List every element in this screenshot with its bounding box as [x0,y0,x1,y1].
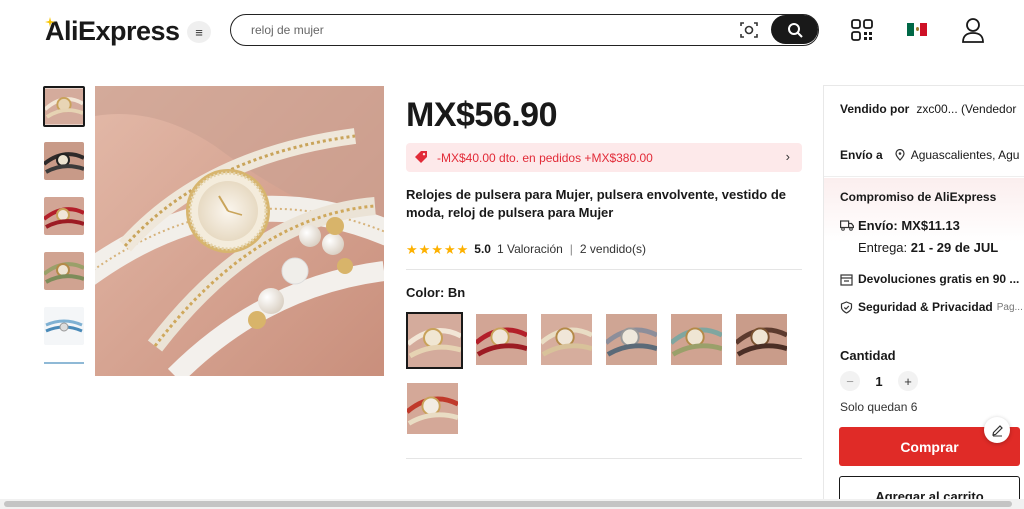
divider [824,176,1024,177]
purchase-panel: Vendido por zxc00... (Vendedor Envío a Ag… [823,85,1024,509]
user-account-icon[interactable] [961,17,985,43]
promo-text: -MX$40.00 dto. en pedidos +MX$380.00 [437,151,653,165]
star-icon: ★ [406,241,418,257]
coupon-tag-icon [415,151,427,163]
star-icon: ★ [456,241,469,257]
quantity-label: Cantidad [840,348,896,363]
logo-spark-icon [45,17,55,27]
menu-icon[interactable]: ≡ [187,21,211,43]
seller-link[interactable]: zxc00... (Vendedor [916,102,1016,116]
security-text: Seguridad & Privacidad [858,300,993,314]
separator: | [569,242,573,256]
search-button[interactable] [771,15,818,44]
color-swatch-3[interactable] [540,313,593,366]
rating-count-link[interactable]: 1 Valoración [497,242,563,256]
star-icon: ★ [418,241,431,257]
stock-remaining: Solo quedan 6 [840,400,918,414]
chevron-right-icon: › [785,149,790,164]
color-swatch-7[interactable] [406,382,459,435]
color-label: Color: Bn [406,285,466,300]
search-icon [787,22,803,38]
sold-count: 2 vendido(s) [579,242,646,256]
commitment-title: Compromiso de AliExpress [840,190,997,204]
security-more: Pag... [996,301,1023,313]
shipping-text: Envío: MX$11.13 [858,218,960,233]
thumbnail-1[interactable] [43,86,85,127]
logo-text: AliExpress [45,16,180,46]
return-box-icon [840,273,853,286]
aliexpress-commitment: Compromiso de AliExpress Envío: MX$11.13… [824,178,1024,338]
color-swatches [406,312,796,435]
rating-row: ★ ★ ★ ★ ★ 5.0 1 Valoración | 2 vendido(s… [406,241,646,257]
thumbnail-list [42,86,86,368]
shield-icon [840,300,853,314]
delivery-dates: 21 - 29 de JUL [910,240,999,255]
color-swatch-2[interactable] [475,313,528,366]
product-price: MX$56.90 [406,96,558,134]
mexico-flag-icon[interactable] [907,23,928,36]
header: AliExpress ≡ [0,0,1024,62]
product-title: Relojes de pulsera para Mujer, pulsera e… [406,187,787,220]
free-returns-text: Devoluciones gratis en 90 ... [858,272,1020,286]
thumbnail-6-partial[interactable] [44,362,84,368]
thumbnail-2[interactable] [44,142,84,180]
star-icon: ★ [443,241,456,257]
thumbnail-4[interactable] [44,252,84,290]
quantity-increase-button[interactable]: + [898,371,918,391]
security-privacy[interactable]: Seguridad & Privacidad Pag... [840,300,1023,314]
qr-code-icon[interactable] [851,19,873,41]
ship-to-label: Envío a [840,148,883,162]
ship-to-value: Aguascalientes, Agu [910,148,1020,162]
sold-by-label: Vendido por [840,102,910,116]
color-swatch-bn[interactable] [406,312,463,369]
star-icon: ★ [431,241,443,257]
rating-score: 5.0 [474,242,491,256]
horizontal-scrollbar[interactable] [0,499,1024,509]
delivery-label: Entrega: [858,240,908,255]
thumbnail-5[interactable] [44,307,84,345]
search-input[interactable] [251,21,721,39]
truck-icon [840,220,854,231]
quantity-stepper: − 1 + [840,371,918,391]
seller-row: Vendido por zxc00... (Vendedor [840,102,1016,116]
free-returns[interactable]: Devoluciones gratis en 90 ... [840,272,1019,286]
color-swatch-5[interactable] [670,313,723,366]
color-swatch-4[interactable] [605,313,658,366]
delivery-estimate: Entrega: 21 - 29 de JUL [858,240,998,255]
scrollbar-thumb[interactable] [4,501,1012,507]
location-pin-icon [895,149,905,161]
edit-pencil-icon[interactable] [984,417,1010,443]
quantity-decrease-button[interactable]: − [840,371,860,391]
search-bar [230,14,819,46]
divider [406,458,802,459]
aliexpress-logo[interactable]: AliExpress [45,16,180,47]
ship-to-row[interactable]: Envío a Aguascalientes, Agu [840,148,1019,162]
promo-banner[interactable]: -MX$40.00 dto. en pedidos +MX$380.00 › [406,143,802,172]
divider [406,269,802,270]
product-main-image[interactable] [95,86,384,376]
star-rating: ★ ★ ★ ★ ★ [406,243,468,256]
thumbnail-3[interactable] [44,197,84,235]
color-swatch-6[interactable] [735,313,788,366]
shipping-cost: Envío: MX$11.13 [840,218,960,233]
image-search-icon[interactable] [739,21,759,39]
quantity-value[interactable]: 1 [860,374,898,389]
